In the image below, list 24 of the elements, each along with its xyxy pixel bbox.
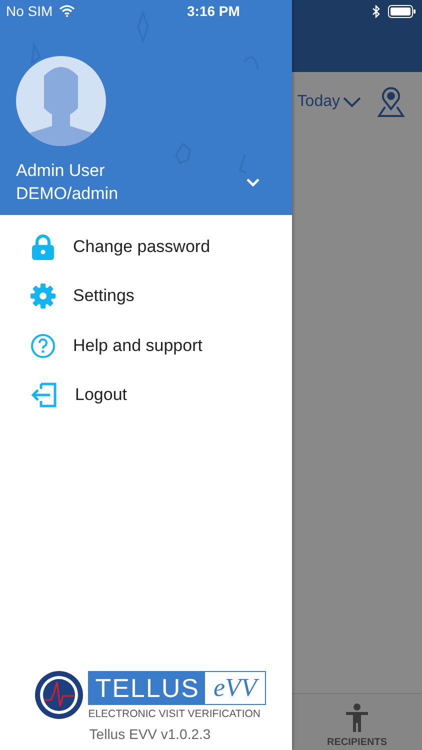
avatar-icon	[16, 56, 106, 146]
seal-drawing	[34, 670, 84, 720]
time-text: 3:16 PM	[187, 3, 240, 19]
battery-icon	[388, 4, 416, 18]
menu-item[interactable]: Help and support	[0, 321, 292, 370]
logo-tagline: ELECTRONIC VISIT VERIFICATION	[88, 708, 262, 720]
settings-icon	[30, 283, 56, 310]
help-icon	[30, 332, 56, 359]
version-text: Tellus EVV v1.0.2.3	[89, 726, 211, 742]
logout-icon	[30, 381, 58, 410]
lock-icon	[30, 234, 56, 260]
person-icon	[345, 703, 369, 733]
carrier-text: No SIM	[6, 3, 53, 19]
bluetooth-icon	[372, 4, 380, 18]
menu-item[interactable]: Settings	[0, 272, 292, 321]
menu-item[interactable]: Change password	[0, 222, 292, 272]
location-icon[interactable]	[376, 87, 406, 117]
chevron-down-icon	[342, 96, 362, 108]
menu-item[interactable]: Logout	[0, 370, 292, 420]
wifi-icon	[58, 5, 75, 17]
account-name: DEMO/admin	[16, 183, 118, 205]
user-name: Admin User	[16, 160, 106, 182]
chevron-down-icon[interactable]	[246, 178, 260, 186]
logo-brand: TELLUS	[89, 672, 206, 704]
